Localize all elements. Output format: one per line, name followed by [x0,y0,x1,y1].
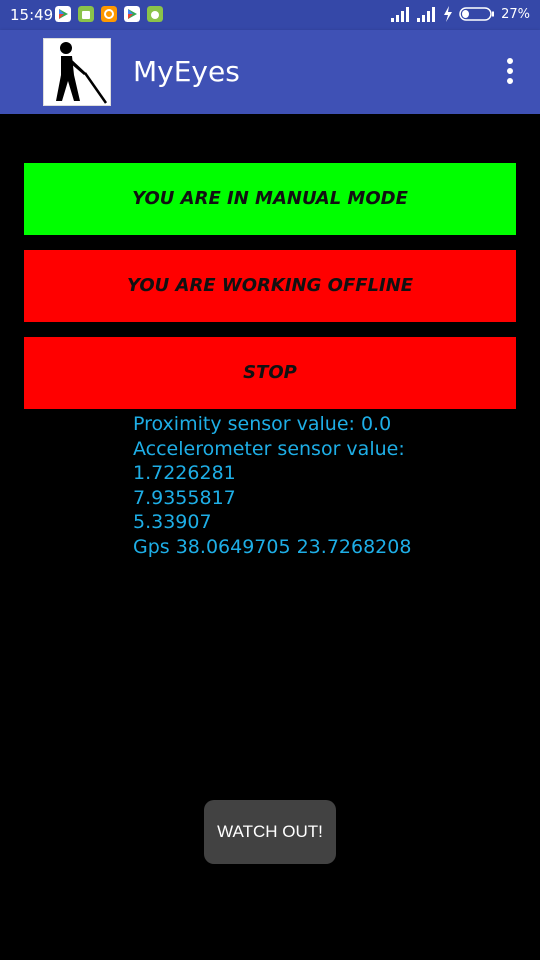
offline-button[interactable]: YOU ARE WORKING OFFLINE [24,250,516,322]
toast-text: WATCH OUT! [217,822,323,841]
app-logo [43,38,111,106]
accelerometer-x-value: 1.7226281 [133,462,236,484]
accelerometer-y-value: 7.9355817 [133,486,236,509]
battery-percent: 27% [501,6,530,22]
charging-icon [444,6,453,22]
overflow-menu-icon[interactable] [502,56,518,88]
accelerometer-label: Accelerometer sensor value: [133,437,405,460]
signal-icon [391,7,410,22]
accelerometer-z-value: 5.33907 [133,511,212,533]
app-bar: MyEyes [0,30,540,114]
android-icon [147,6,163,22]
play-store-icon [124,6,140,22]
status-time: 15:49 [10,6,54,24]
proximity-sensor-value: Proximity sensor value: 0.0 [133,413,392,435]
sensor-readings: Proximity sensor value: 0.0 Acceleromete… [133,412,411,559]
signal-icon [417,7,436,22]
notification-icons [55,6,163,22]
battery-icon [459,7,495,21]
play-store-icon [55,6,71,22]
android-icon [78,6,94,22]
toast-message: WATCH OUT! [204,800,336,864]
app-title: MyEyes [133,55,240,88]
status-bar: 15:49 27% [0,0,540,30]
manual-mode-button[interactable]: YOU ARE IN MANUAL MODE [24,163,516,235]
stop-button[interactable]: STOP [24,337,516,409]
status-right: 27% [391,6,530,22]
app-icon [101,6,117,22]
blind-person-with-cane-icon [56,42,108,104]
gps-value: Gps 38.0649705 23.7268208 [133,535,412,558]
